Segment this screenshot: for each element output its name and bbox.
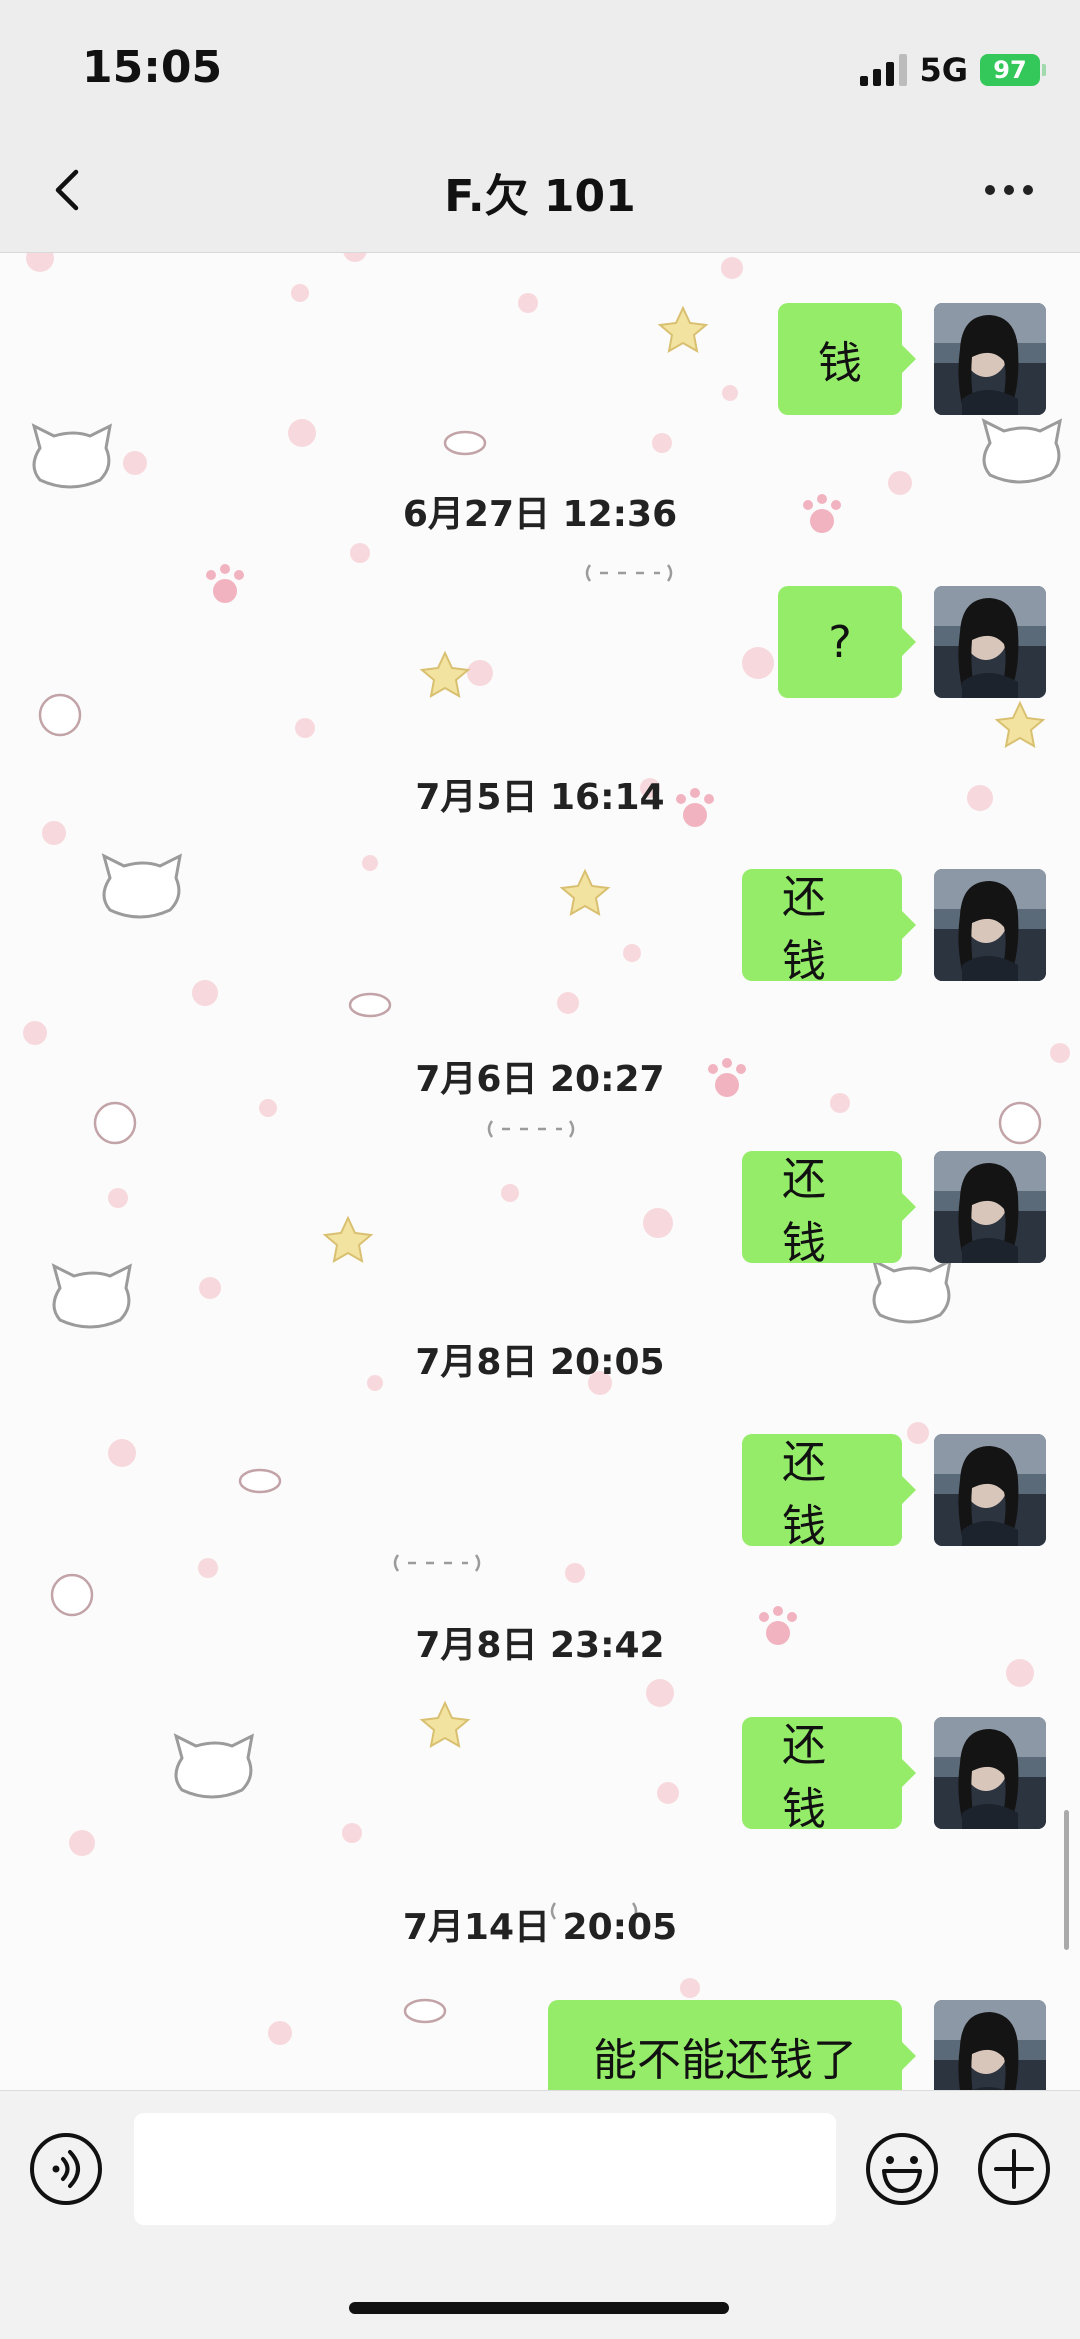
timestamp: 7月8日 23:42	[415, 1625, 665, 1666]
message-row: 钱	[778, 303, 1046, 415]
message-bubble[interactable]: 还钱	[742, 1717, 916, 1835]
timestamp: 6月27日 12:36	[402, 494, 678, 535]
message-row: 还钱	[742, 1151, 1046, 1269]
avatar[interactable]	[934, 1151, 1046, 1263]
scroll-indicator[interactable]	[1064, 1810, 1069, 1950]
chat-header: F.欠 101	[0, 130, 1080, 253]
message-row: 还钱	[742, 1717, 1046, 1835]
battery-level: 97	[993, 56, 1027, 84]
avatar[interactable]	[934, 1717, 1046, 1829]
message-row: ?	[778, 586, 1046, 698]
signal-icon	[860, 54, 908, 86]
plus-icon[interactable]	[976, 2131, 1052, 2207]
network-type: 5G	[919, 51, 968, 89]
avatar[interactable]	[934, 2000, 1046, 2090]
home-indicator[interactable]	[349, 2302, 729, 2314]
status-icons: 5G 97	[860, 50, 1046, 90]
message-row: 还钱	[742, 869, 1046, 987]
more-dots-icon[interactable]	[974, 160, 1044, 220]
timestamp: 7月14日 20:05	[402, 1907, 678, 1948]
status-time: 15:05	[82, 42, 223, 93]
chat-area[interactable]: 钱 6月27日 12:36? 7月5日 16:14 还钱 7月6日 20:27 还钱…	[0, 253, 1080, 2090]
timestamp: 7月5日 16:14	[415, 777, 665, 818]
message-bubble[interactable]: 还钱	[742, 1434, 916, 1552]
message-bubble[interactable]: 还钱	[742, 1151, 916, 1269]
avatar[interactable]	[934, 869, 1046, 981]
voice-icon[interactable]	[28, 2131, 104, 2207]
message-row: 能不能还钱了	[548, 2000, 1046, 2090]
message-row: 还钱	[742, 1434, 1046, 1552]
message-bubble[interactable]: 钱	[778, 303, 916, 415]
emoji-icon[interactable]	[864, 2131, 940, 2207]
avatar[interactable]	[934, 1434, 1046, 1546]
battery-icon: 97	[980, 54, 1046, 86]
timestamp: 7月8日 20:05	[415, 1342, 665, 1383]
status-bar: 15:05 5G 97	[0, 0, 1080, 130]
avatar[interactable]	[934, 303, 1046, 415]
message-bubble[interactable]: 能不能还钱了	[548, 2000, 916, 2090]
avatar[interactable]	[934, 586, 1046, 698]
message-input[interactable]	[134, 2113, 836, 2225]
message-bubble[interactable]: 还钱	[742, 869, 916, 987]
message-bubble[interactable]: ?	[778, 586, 916, 698]
timestamp: 7月6日 20:27	[415, 1059, 665, 1100]
chat-title: F.欠 101	[444, 171, 636, 222]
